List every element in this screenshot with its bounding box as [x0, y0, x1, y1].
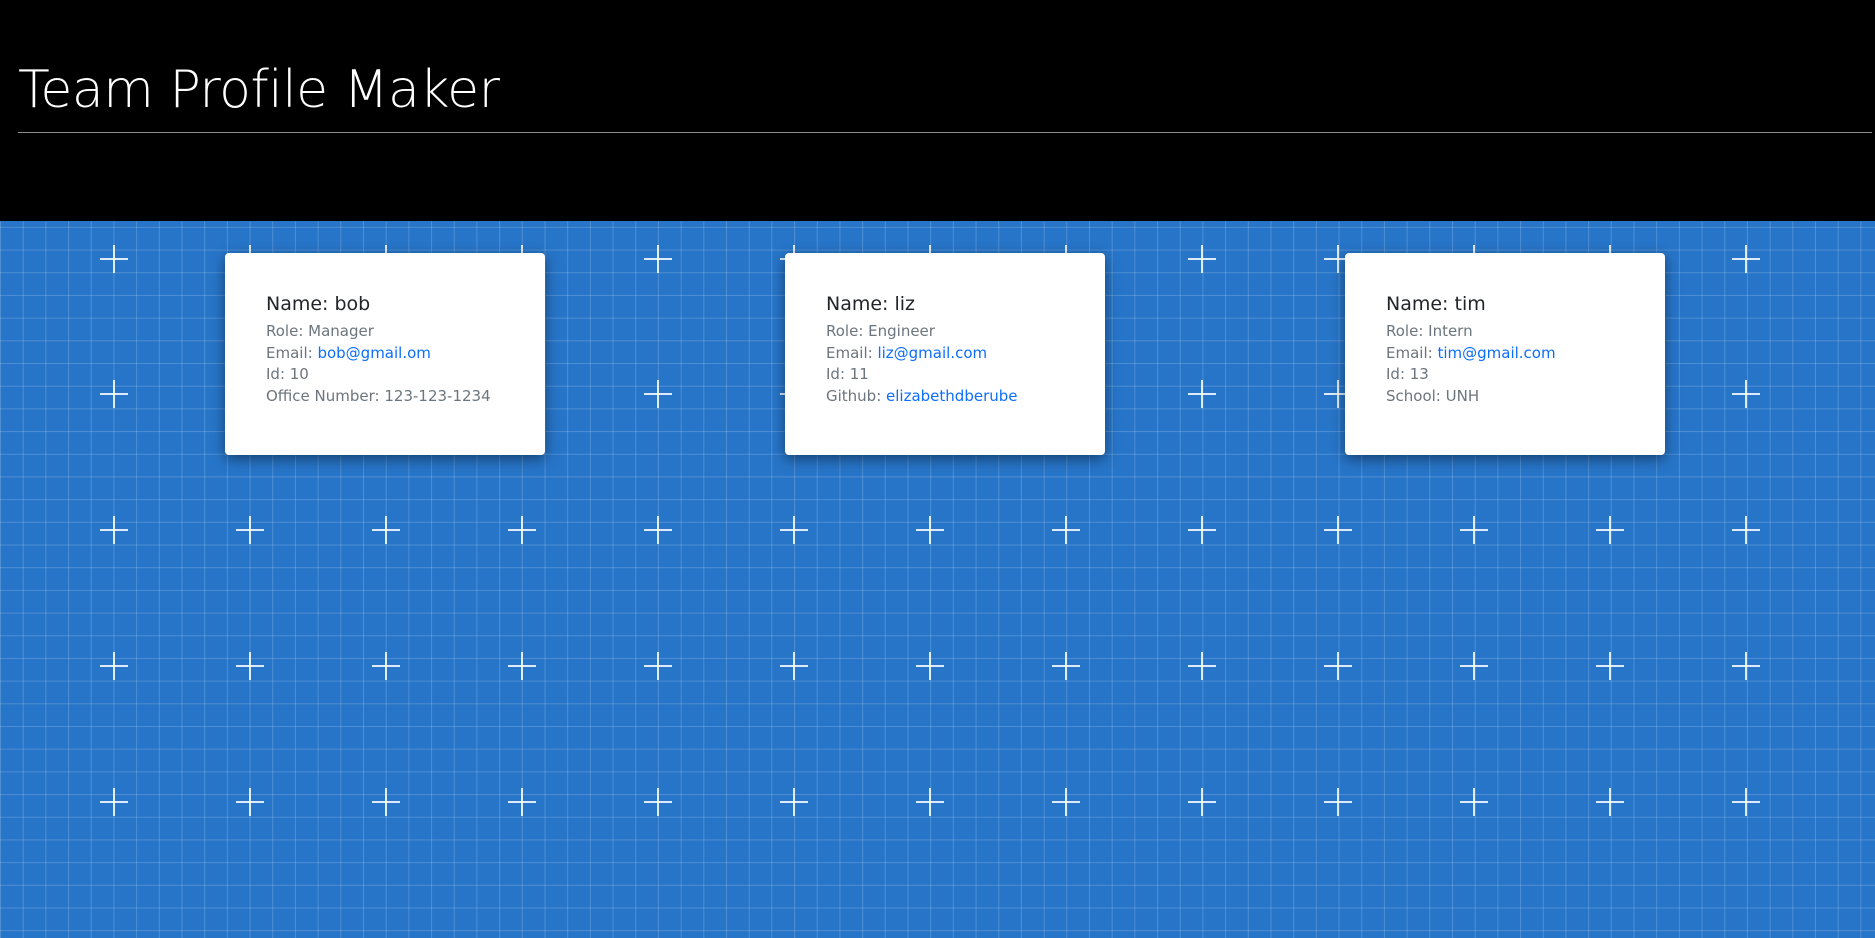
card-office-number: Office Number: 123-123-1234 — [266, 386, 491, 405]
card-email-label: Email: — [826, 343, 878, 362]
grid-cross-mark — [1188, 788, 1216, 816]
grid-cross-mark — [100, 788, 128, 816]
grid-cross-mark — [780, 652, 808, 680]
employee-card-engineer: Name: liz Role: Engineer Email: liz@gmai… — [785, 253, 1105, 455]
grid-cross-mark — [1732, 652, 1760, 680]
grid-cross-mark — [1188, 380, 1216, 408]
grid-cross-mark — [644, 516, 672, 544]
grid-cross-mark — [1188, 652, 1216, 680]
card-email-label: Email: — [266, 343, 318, 362]
card-email-link[interactable]: tim@gmail.com — [1437, 344, 1555, 362]
card-email-label: Email: — [1386, 343, 1438, 362]
header-divider — [18, 132, 1872, 133]
card-github-link[interactable]: elizabethdberube — [886, 387, 1017, 405]
card-email-row: Email: tim@gmail.com — [1386, 343, 1665, 365]
card-name: Name: tim — [1386, 293, 1486, 315]
grid-cross-mark — [644, 245, 672, 273]
grid-cross-mark — [1460, 516, 1488, 544]
grid-cross-mark — [1596, 652, 1624, 680]
grid-cross-mark — [372, 516, 400, 544]
grid-cross-mark — [1596, 516, 1624, 544]
grid-cross-mark — [1460, 788, 1488, 816]
grid-cross-mark — [100, 516, 128, 544]
grid-cross-mark — [1732, 788, 1760, 816]
card-name: Name: liz — [826, 293, 916, 315]
card-name: Name: bob — [266, 293, 371, 315]
grid-cross-mark — [1732, 245, 1760, 273]
grid-cross-mark — [1052, 516, 1080, 544]
grid-cross-mark — [100, 245, 128, 273]
grid-cross-mark — [1052, 652, 1080, 680]
grid-cross-mark — [780, 516, 808, 544]
grid-cross-mark — [236, 652, 264, 680]
grid-cross-mark — [644, 652, 672, 680]
grid-cross-mark — [508, 652, 536, 680]
grid-cross-mark — [1188, 516, 1216, 544]
card-id: Id: 13 — [1386, 365, 1429, 383]
grid-cross-mark — [508, 516, 536, 544]
grid-cross-mark — [644, 788, 672, 816]
card-email-row: Email: bob@gmail.om — [266, 343, 545, 365]
card-github-row: Github: elizabethdberube — [826, 386, 1105, 408]
card-role: Role: Manager — [266, 322, 374, 340]
grid-cross-mark — [1596, 788, 1624, 816]
grid-cross-mark — [372, 788, 400, 816]
grid-cross-mark — [236, 788, 264, 816]
card-role: Role: Intern — [1386, 322, 1473, 340]
card-email-link[interactable]: bob@gmail.om — [317, 344, 430, 362]
employee-card-intern: Name: tim Role: Intern Email: tim@gmail.… — [1345, 253, 1665, 455]
page-header: Team Profile Maker — [0, 0, 1875, 221]
grid-cross-mark — [916, 652, 944, 680]
grid-cross-mark — [372, 652, 400, 680]
grid-cross-mark — [644, 380, 672, 408]
grid-cross-mark — [1460, 652, 1488, 680]
grid-cross-mark — [1732, 516, 1760, 544]
card-email-row: Email: liz@gmail.com — [826, 343, 1105, 365]
grid-cross-mark — [1324, 652, 1352, 680]
grid-cross-mark — [100, 652, 128, 680]
grid-cross-mark — [780, 788, 808, 816]
grid-cross-mark — [1732, 380, 1760, 408]
grid-cross-mark — [1324, 788, 1352, 816]
grid-cross-mark — [916, 516, 944, 544]
grid-cross-mark — [100, 380, 128, 408]
grid-cross-mark — [236, 516, 264, 544]
employee-card-manager: Name: bob Role: Manager Email: bob@gmail… — [225, 253, 545, 455]
grid-cross-mark — [1324, 516, 1352, 544]
card-id: Id: 10 — [266, 365, 309, 383]
grid-cross-mark — [916, 788, 944, 816]
grid-cross-mark — [508, 788, 536, 816]
card-id: Id: 11 — [826, 365, 869, 383]
card-github-label: Github: — [826, 386, 887, 405]
card-email-link[interactable]: liz@gmail.com — [877, 344, 987, 362]
card-role: Role: Engineer — [826, 322, 935, 340]
grid-cross-mark — [1188, 245, 1216, 273]
page-title: Team Profile Maker — [18, 60, 500, 120]
grid-cross-mark — [1052, 788, 1080, 816]
card-school: School: UNH — [1386, 386, 1480, 405]
